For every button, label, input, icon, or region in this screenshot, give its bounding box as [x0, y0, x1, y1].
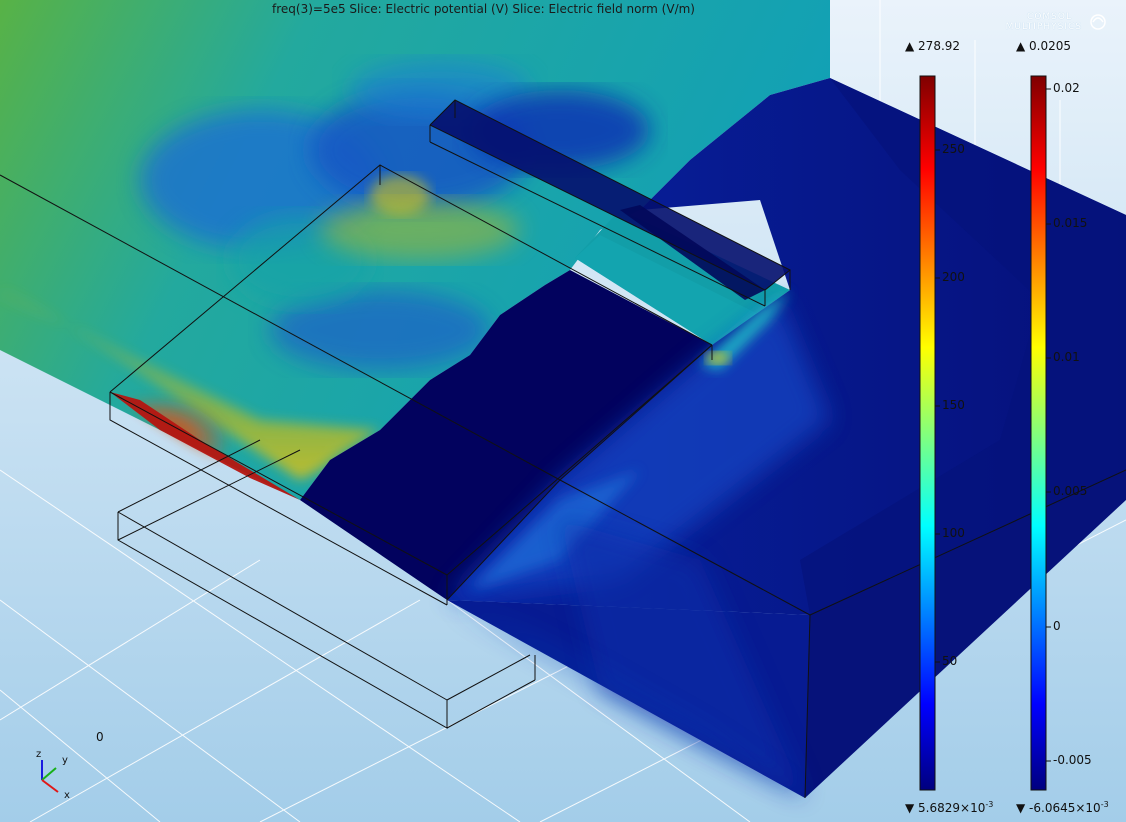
field-min-mantissa: ▼ -6.0645×10	[1016, 801, 1101, 815]
potential-tick-50: 50	[942, 654, 958, 668]
field-tick-0.01: 0.01	[1053, 350, 1080, 364]
potential-tick-100: 100	[942, 526, 965, 540]
field-tick-0.005: 0.005	[1053, 484, 1088, 498]
plot-title: freq(3)=5e5 Slice: Electric potential (V…	[272, 2, 695, 16]
logo-line-1: COMSOL	[1027, 12, 1072, 22]
comsol-logo: COMSOL MULTIPHYSICS	[990, 10, 1108, 34]
field-colorbar	[1030, 75, 1047, 791]
field-min-exponent: -3	[1100, 800, 1109, 809]
coordinate-axes-triad: z y x	[36, 749, 70, 801]
field-tick-0: 0	[1053, 619, 1061, 633]
potential-colorbar	[919, 75, 936, 791]
field-max-label: ▲ 0.0205	[1016, 39, 1072, 53]
field-tick-0.02: 0.02	[1053, 81, 1080, 95]
axis-z-label: z	[36, 749, 41, 760]
potential-tick-200: 200	[942, 270, 965, 284]
potential-min-exponent: -3	[985, 800, 994, 809]
logo-line-2: MULTIPHYSICS	[1005, 22, 1082, 32]
axis-x-label: x	[64, 790, 70, 801]
potential-tick-250: 250	[942, 142, 965, 156]
field-min-label: ▼ -6.0645×10-3	[1016, 800, 1109, 815]
potential-tick-150: 150	[942, 398, 965, 412]
comsol-graphics-window[interactable]: freq(3)=5e5 Slice: Electric potential (V…	[0, 0, 1126, 822]
potential-min-mantissa: ▼ 5.6829×10	[905, 801, 986, 815]
axis-origin-label: 0	[96, 730, 104, 744]
potential-max-label: ▲ 278.92	[905, 39, 961, 53]
field-tick-0.015: 0.015	[1053, 216, 1088, 230]
axis-y-label: y	[62, 755, 68, 766]
field-tick-neg0.005: -0.005	[1053, 753, 1092, 767]
comsol-swirl-icon	[1090, 14, 1106, 30]
potential-min-label: ▼ 5.6829×10-3	[905, 800, 993, 815]
